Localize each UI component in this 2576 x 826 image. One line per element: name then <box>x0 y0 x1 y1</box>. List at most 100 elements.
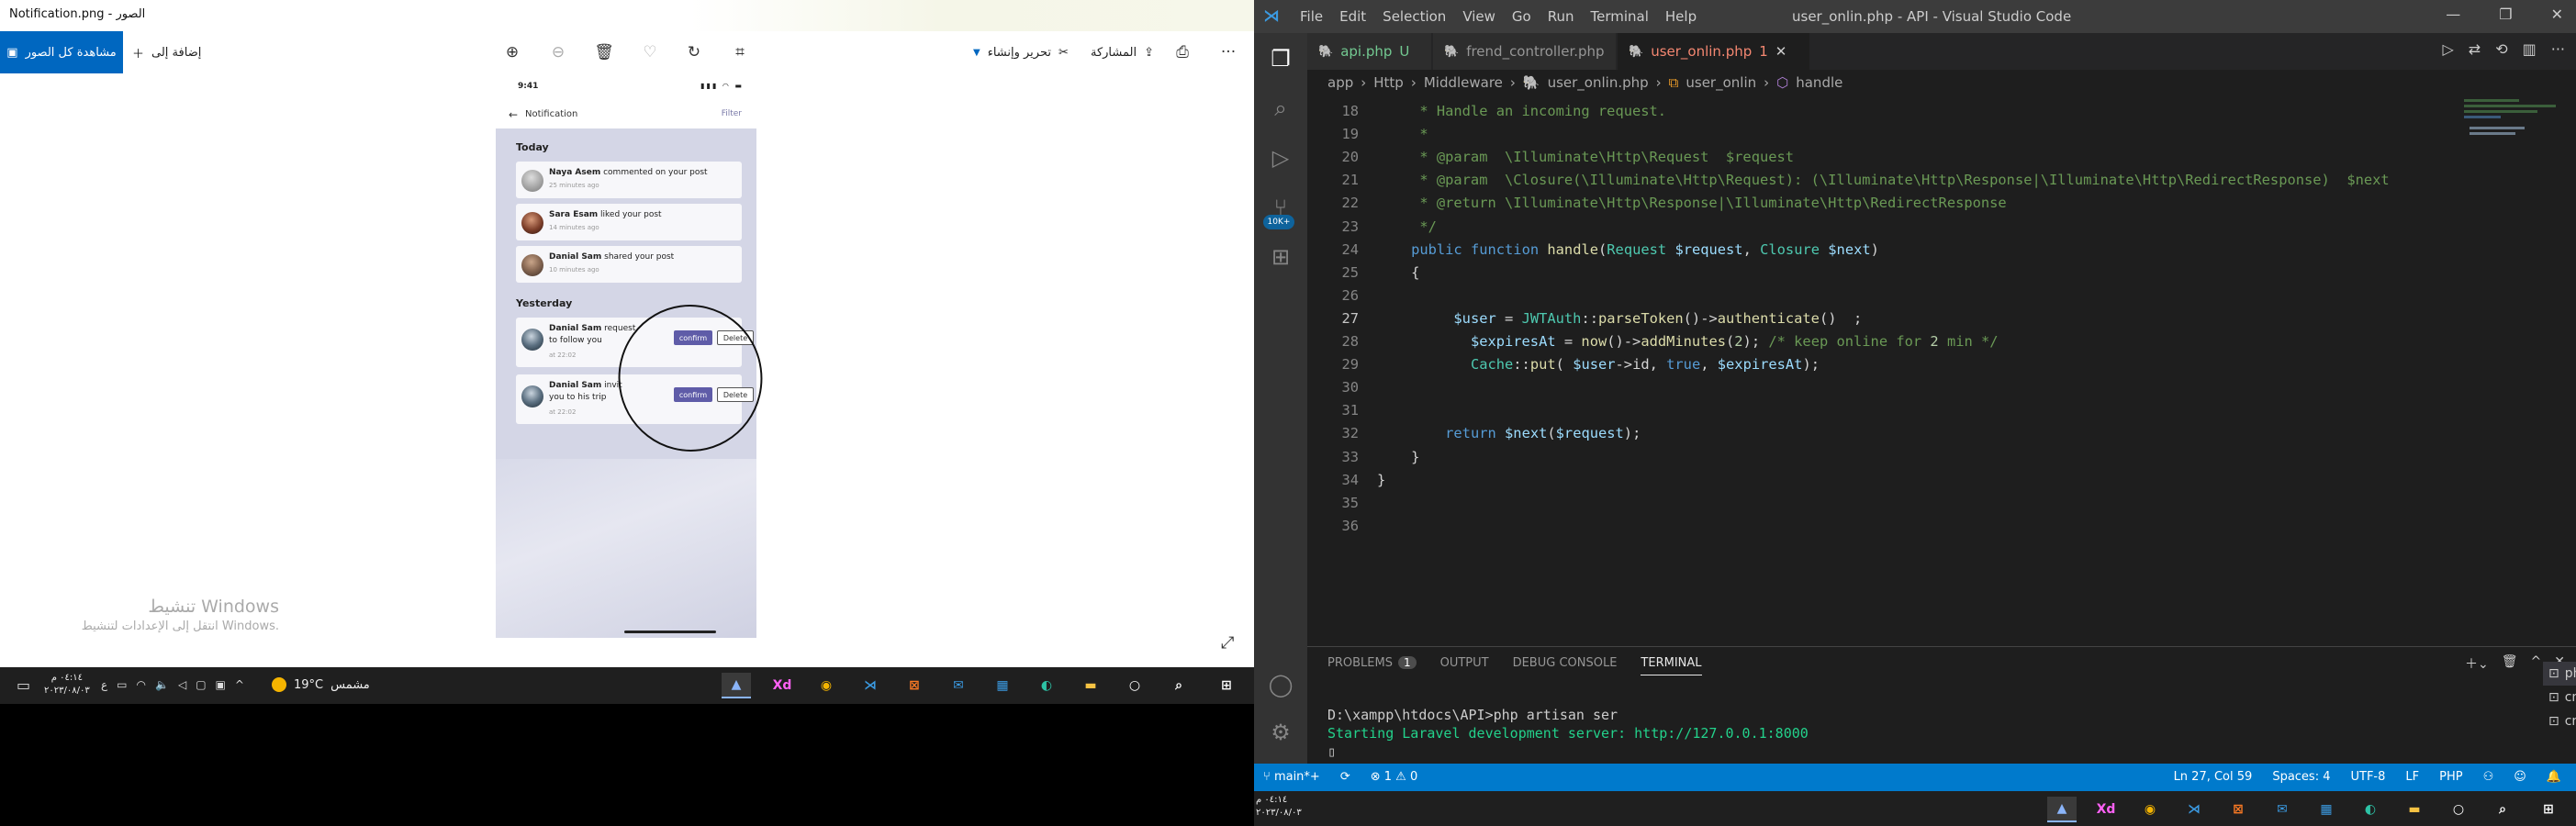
indentation[interactable]: Spaces: 4 <box>2272 770 2330 784</box>
taskbar-photos-icon[interactable]: ▲ <box>722 673 751 698</box>
edit-create-button[interactable]: ▼ تحرير وإنشاء ✂ <box>973 31 1069 73</box>
settings-gear-icon[interactable]: ⚙ <box>1266 718 1295 747</box>
breadcrumb-item[interactable]: handle <box>1796 74 1842 91</box>
terminal-output[interactable]: D:\xampp\htdocs\API>php artisan ser Star… <box>1327 706 1809 761</box>
menu-run[interactable]: Run <box>1548 8 1574 25</box>
terminal-item[interactable]: ⊡ cmd <box>2543 709 2576 733</box>
maximize-panel-icon[interactable]: ^ <box>2531 654 2542 673</box>
tab-terminal[interactable]: TERMINAL <box>1641 656 1702 675</box>
zoom-out-icon[interactable]: ⊖ <box>542 31 575 73</box>
menu-edit[interactable]: Edit <box>1339 8 1366 25</box>
weather-widget[interactable]: 19°C مشمس <box>272 677 370 692</box>
favorite-heart-icon[interactable]: ♡ <box>633 31 666 73</box>
menu-selection[interactable]: Selection <box>1383 8 1446 25</box>
menu-file[interactable]: File <box>1300 8 1323 25</box>
tab-problems[interactable]: PROBLEMS 1 <box>1327 656 1417 675</box>
tray-app-icon[interactable]: ▣ <box>216 678 226 691</box>
terminal-item[interactable]: ⊡ php <box>2543 662 2576 686</box>
menu-terminal[interactable]: Terminal <box>1591 8 1649 25</box>
taskbar-edge-icon[interactable]: ◐ <box>2356 797 2385 822</box>
search-icon[interactable]: ⌕ <box>1266 94 1295 123</box>
compare-icon[interactable]: ⇄ <box>2469 40 2481 58</box>
kill-terminal-icon[interactable]: 🗑 <box>2502 654 2518 673</box>
language-indicator[interactable]: ع <box>101 678 107 691</box>
tab-output[interactable]: OUTPUT <box>1440 656 1489 675</box>
breadcrumb-item[interactable]: Middleware <box>1424 74 1503 91</box>
menu-help[interactable]: Help <box>1665 8 1697 25</box>
taskbar-explorer-icon[interactable]: ▬ <box>1076 673 1105 698</box>
more-options-button[interactable]: ··· <box>1212 31 1245 73</box>
volume-icon[interactable]: 🔈 <box>155 678 169 691</box>
problems-indicator[interactable]: ⊗ 1 ⚠ 0 <box>1371 770 1418 784</box>
rotate-icon[interactable]: ↻ <box>678 31 711 73</box>
account-icon[interactable]: ◯ <box>1266 670 1295 699</box>
add-to-button[interactable]: ＋ إضافة إلى <box>132 31 201 73</box>
branch-indicator[interactable]: ⑂ main*+ <box>1263 770 1320 784</box>
taskbar-xampp-icon[interactable]: ⊠ <box>2223 797 2253 822</box>
share-button[interactable]: المشاركة ⇪ <box>1091 31 1154 73</box>
delete-icon[interactable]: 🗑 <box>588 31 621 73</box>
view-all-photos-button[interactable]: ▣ مشاهدة كل الصور <box>0 31 123 73</box>
taskbar-clock[interactable]: ٠٤:١٤ م ٢٠٢٣/٠٨/٠٣ <box>44 672 90 698</box>
close-icon[interactable]: ✕ <box>2551 6 2563 23</box>
notification-center-icon[interactable]: ▭ <box>17 676 30 694</box>
language-mode[interactable]: PHP <box>2439 770 2462 784</box>
menu-view[interactable]: View <box>1462 8 1495 25</box>
taskbar-xd-icon[interactable]: Xd <box>2091 797 2121 822</box>
restore-icon[interactable]: ❐ <box>2499 6 2512 23</box>
breadcrumb-item[interactable]: app <box>1327 74 1353 91</box>
run-debug-icon[interactable]: ▷ <box>1266 143 1295 173</box>
start-windows-icon[interactable]: ⊞ <box>1212 673 1241 698</box>
cortana-icon[interactable]: ○ <box>2444 797 2473 822</box>
taskbar-chrome-icon[interactable]: ◉ <box>812 673 841 698</box>
taskbar-outlook-icon[interactable]: ✉ <box>2268 797 2297 822</box>
extensions-icon[interactable]: ⊞ <box>1266 242 1295 272</box>
tray-app-icon[interactable]: ▢ <box>196 678 206 691</box>
taskbar-clock[interactable]: ٠٤:١٤ م ٢٠٢٣/٠٨/٠٣ <box>1256 794 1302 820</box>
search-icon[interactable]: ⌕ <box>2488 797 2517 822</box>
menu-go[interactable]: Go <box>1512 8 1531 25</box>
minimap[interactable] <box>2457 95 2567 646</box>
close-tab-icon[interactable]: ✕ <box>1775 43 1787 60</box>
minimize-icon[interactable]: — <box>2446 6 2460 23</box>
new-terminal-icon[interactable]: ＋⌄ <box>2465 654 2489 673</box>
tab-api-php[interactable]: 🐘 api.php U <box>1307 33 1432 70</box>
taskbar-xd-icon[interactable]: Xd <box>767 673 797 698</box>
run-icon[interactable]: ▷ <box>2442 40 2453 58</box>
terminal-item[interactable]: ⊡ cmd <box>2543 686 2576 709</box>
network-icon[interactable]: ◠ <box>137 678 146 691</box>
start-windows-icon[interactable]: ⊞ <box>2534 797 2563 822</box>
tab-frend-controller[interactable]: 🐘 frend_controller.php <box>1433 33 1617 70</box>
print-icon[interactable]: ⎙ <box>1166 31 1199 73</box>
tab-user-onlin[interactable]: 🐘 user_onlin.php 1 ✕ <box>1618 33 1810 70</box>
taskbar-store-icon[interactable]: ▦ <box>988 673 1017 698</box>
taskbar-photos-icon[interactable]: ▲ <box>2047 797 2077 822</box>
live-share-icon[interactable]: ⚇ <box>2483 770 2494 784</box>
explorer-icon[interactable]: ❐ <box>1266 44 1295 73</box>
open-changes-icon[interactable]: ⟲ <box>2495 40 2507 58</box>
taskbar-store-icon[interactable]: ▦ <box>2312 797 2341 822</box>
crop-icon[interactable]: ⌗ <box>723 31 756 73</box>
taskbar-chrome-icon[interactable]: ◉ <box>2135 797 2165 822</box>
breadcrumb-item[interactable]: user_onlin.php <box>1548 74 1649 91</box>
cortana-icon[interactable]: ○ <box>1120 673 1149 698</box>
line-ending[interactable]: LF <box>2405 770 2419 784</box>
breadcrumb-item[interactable]: Http <box>1373 74 1404 91</box>
encoding[interactable]: UTF-8 <box>2350 770 2385 784</box>
zoom-in-icon[interactable]: ⊕ <box>496 31 529 73</box>
taskbar-explorer-icon[interactable]: ▬ <box>2400 797 2429 822</box>
expand-icon[interactable]: ⤢ <box>1221 633 1234 653</box>
sync-icon[interactable]: ⟳ <box>1340 770 1350 784</box>
code-editor[interactable]: 18 * Handle an incoming request. 19 * 20 *… <box>1307 95 2510 646</box>
tab-debug-console[interactable]: DEBUG CONSOLE <box>1513 656 1618 675</box>
cursor-position[interactable]: Ln 27, Col 59 <box>2174 770 2253 784</box>
split-editor-icon[interactable]: ▥ <box>2523 40 2537 58</box>
search-icon[interactable]: ⌕ <box>1164 673 1193 698</box>
breadcrumb-item[interactable]: user_onlin <box>1686 74 1756 91</box>
chevron-up-icon[interactable]: ^ <box>235 678 244 691</box>
battery-icon[interactable]: ▭ <box>117 678 127 691</box>
speaker-icon[interactable]: ◁ <box>178 678 186 691</box>
feedback-icon[interactable]: ☺ <box>2514 770 2526 784</box>
taskbar-vscode-icon[interactable]: ⋊ <box>856 673 885 698</box>
taskbar-vscode-icon[interactable]: ⋊ <box>2179 797 2209 822</box>
